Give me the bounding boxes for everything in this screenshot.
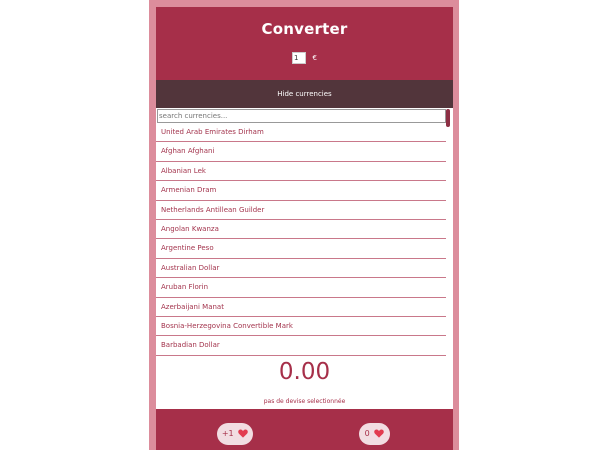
- converter-app: Converter € Hide currencies United Arab …: [156, 7, 453, 450]
- currency-item[interactable]: Australian Dollar: [156, 259, 446, 279]
- favorites-count-button[interactable]: 0: [359, 423, 390, 445]
- currency-item[interactable]: Armenian Dram: [156, 181, 446, 201]
- add-favorite-count: +1: [221, 429, 234, 438]
- currency-search-input[interactable]: [157, 109, 446, 123]
- result-note: pas de devise selectionnée: [263, 398, 346, 405]
- hide-currencies-button[interactable]: Hide currencies: [156, 80, 453, 108]
- amount-row: €: [156, 52, 453, 66]
- footer-bar: [156, 409, 453, 450]
- currency-item[interactable]: Afghan Afghani: [156, 142, 446, 162]
- currency-symbol: €: [312, 54, 317, 62]
- result-value: 0.00: [278, 359, 331, 385]
- header: Converter €: [156, 7, 453, 80]
- currency-item[interactable]: Bosnia-Herzegovina Convertible Mark: [156, 317, 446, 337]
- add-favorite-button[interactable]: +1: [217, 423, 253, 445]
- favorites-count: 0: [364, 429, 370, 438]
- heart-icon: [238, 429, 248, 438]
- currency-item[interactable]: Aruban Florin: [156, 278, 446, 298]
- currency-item[interactable]: Azerbaijani Manat: [156, 298, 446, 317]
- heart-icon: [374, 429, 385, 438]
- amount-input[interactable]: [291, 52, 306, 64]
- currency-item[interactable]: Barbadian Dollar: [156, 336, 446, 356]
- currency-item[interactable]: Angolan Kwanza: [156, 220, 446, 240]
- currency-item[interactable]: Argentine Peso: [156, 239, 446, 259]
- app-title: Converter: [261, 20, 348, 38]
- list-scrollbar[interactable]: [446, 109, 450, 127]
- currency-item[interactable]: Albanian Lek: [156, 162, 446, 182]
- currency-item[interactable]: Netherlands Antillean Guilder: [156, 201, 446, 220]
- currency-item[interactable]: United Arab Emirates Dirham: [156, 123, 446, 143]
- currency-list: United Arab Emirates Dirham Afghan Afgha…: [156, 123, 446, 356]
